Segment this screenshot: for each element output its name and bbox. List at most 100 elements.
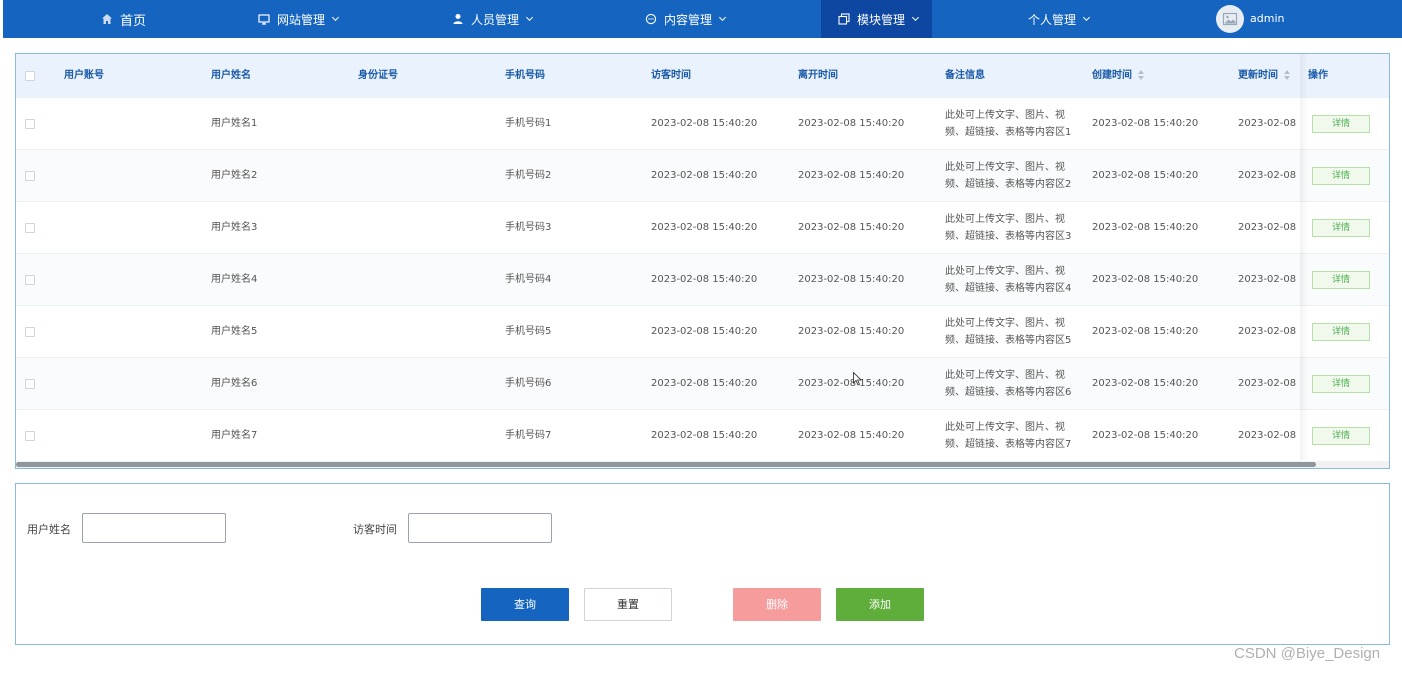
row-checkbox[interactable] <box>25 171 35 181</box>
row-checkbox[interactable] <box>25 327 35 337</box>
table-row[interactable]: 用户姓名4 手机号码4 2023-02-08 15:40:20 2023-02-08 … <box>16 254 1389 306</box>
col-actions: 操作 <box>1308 54 1389 98</box>
nav-content-management[interactable]: 内容管理 <box>644 0 727 38</box>
cell-note: 此处可上传文字、图片、视频、超链接、表格等内容区3 <box>945 214 1072 242</box>
name-label: 用户姓名 <box>27 523 71 536</box>
cell-updated: 2023-02-08 15:40:20 <box>1238 430 1300 441</box>
cell-visit-time: 2023-02-08 15:40:20 <box>651 118 758 129</box>
nav-label: 内容管理 <box>664 12 713 27</box>
col-name: 用户姓名 <box>211 70 251 81</box>
sort-icon[interactable] <box>1138 70 1144 80</box>
watermark: CSDN @Biye_Design <box>1234 645 1381 662</box>
sort-icon[interactable] <box>1284 70 1290 80</box>
table-row[interactable]: 用户姓名1 手机号码1 2023-02-08 15:40:20 2023-02-08 … <box>16 98 1389 150</box>
nav-home[interactable]: 首页 <box>100 0 146 38</box>
monitor-icon <box>257 12 271 26</box>
reset-button[interactable]: 重置 <box>584 588 672 621</box>
col-updated-label: 更新时间 <box>1238 70 1278 81</box>
row-checkbox[interactable] <box>25 119 35 129</box>
cell-updated: 2023-02-08 15:40:20 <box>1238 326 1300 337</box>
col-leave-time: 离开时间 <box>798 70 838 81</box>
col-created-label: 创建时间 <box>1092 70 1132 81</box>
cell-note: 此处可上传文字、图片、视频、超链接、表格等内容区2 <box>945 162 1072 190</box>
cell-name: 用户姓名4 <box>211 274 258 285</box>
cell-note: 此处可上传文字、图片、视频、超链接、表格等内容区7 <box>945 422 1072 450</box>
cell-created: 2023-02-08 15:40:20 <box>1092 170 1199 181</box>
table-row[interactable]: 用户姓名2 手机号码2 2023-02-08 15:40:20 2023-02-08 … <box>16 150 1389 202</box>
detail-button[interactable]: 详情 <box>1312 375 1370 393</box>
row-checkbox[interactable] <box>25 223 35 233</box>
name-input[interactable] <box>82 513 226 543</box>
avatar[interactable] <box>1216 5 1244 33</box>
add-button[interactable]: 添加 <box>836 588 924 621</box>
visit-time-input[interactable] <box>408 513 552 543</box>
row-checkbox[interactable] <box>25 431 35 441</box>
cell-created: 2023-02-08 15:40:20 <box>1092 326 1199 337</box>
cell-leave-time: 2023-02-08 15:40:20 <box>798 378 905 389</box>
cell-phone: 手机号码6 <box>505 378 552 389</box>
col-note: 备注信息 <box>945 70 985 81</box>
chevron-down-icon <box>718 13 727 22</box>
cell-visit-time: 2023-02-08 15:40:20 <box>651 430 758 441</box>
cell-name: 用户姓名3 <box>211 222 258 233</box>
delete-button[interactable]: 删除 <box>733 588 821 621</box>
cell-leave-time: 2023-02-08 15:40:20 <box>798 222 905 233</box>
cell-name: 用户姓名6 <box>211 378 258 389</box>
username[interactable]: admin <box>1250 0 1284 38</box>
cell-phone: 手机号码7 <box>505 430 552 441</box>
select-all-checkbox[interactable] <box>25 71 35 81</box>
horizontal-scrollbar[interactable] <box>16 461 1389 468</box>
cell-leave-time: 2023-02-08 15:40:20 <box>798 326 905 337</box>
table-row[interactable]: 用户姓名7 手机号码7 2023-02-08 15:40:20 2023-02-08 … <box>16 410 1389 462</box>
cell-note: 此处可上传文字、图片、视频、超链接、表格等内容区6 <box>945 370 1072 398</box>
detail-button[interactable]: 详情 <box>1312 219 1370 237</box>
search-form: 用户姓名 访客时间 查询 重置 删除 添加 <box>15 483 1390 645</box>
nav-label: 网站管理 <box>277 12 326 27</box>
row-checkbox[interactable] <box>25 379 35 389</box>
detail-button[interactable]: 详情 <box>1312 271 1370 289</box>
cell-note: 此处可上传文字、图片、视频、超链接、表格等内容区4 <box>945 266 1072 294</box>
table-row[interactable]: 用户姓名6 手机号码6 2023-02-08 15:40:20 2023-02-08 … <box>16 358 1389 410</box>
cell-visit-time: 2023-02-08 15:40:20 <box>651 274 758 285</box>
cursor-icon <box>853 372 862 386</box>
col-created[interactable]: 创建时间 <box>1092 54 1144 98</box>
nav-module-management[interactable]: 模块管理 <box>821 0 932 38</box>
cell-visit-time: 2023-02-08 15:40:20 <box>651 326 758 337</box>
fixed-column-shadow <box>1300 54 1308 460</box>
nav-label: 个人管理 <box>1028 12 1077 27</box>
cell-created: 2023-02-08 15:40:20 <box>1092 274 1199 285</box>
detail-button[interactable]: 详情 <box>1312 115 1370 133</box>
cell-phone: 手机号码5 <box>505 326 552 337</box>
col-phone: 手机号码 <box>505 70 545 81</box>
cell-leave-time: 2023-02-08 15:40:20 <box>798 118 905 129</box>
cell-name: 用户姓名2 <box>211 170 258 181</box>
table-row[interactable]: 用户姓名5 手机号码5 2023-02-08 15:40:20 2023-02-08 … <box>16 306 1389 358</box>
chevron-down-icon <box>525 13 534 22</box>
scrollbar-thumb[interactable] <box>16 462 1316 467</box>
visit-time-label: 访客时间 <box>353 523 397 536</box>
detail-button[interactable]: 详情 <box>1312 427 1370 445</box>
col-updated[interactable]: 更新时间 <box>1238 54 1290 98</box>
row-checkbox[interactable] <box>25 275 35 285</box>
cell-phone: 手机号码2 <box>505 170 552 181</box>
query-button[interactable]: 查询 <box>481 588 569 621</box>
chevron-down-icon <box>911 13 920 22</box>
col-id-card: 身份证号 <box>358 70 398 81</box>
nav-personal-management[interactable]: 个人管理 <box>1028 0 1091 38</box>
detail-button[interactable]: 详情 <box>1312 167 1370 185</box>
cell-leave-time: 2023-02-08 15:40:20 <box>798 170 905 181</box>
detail-button[interactable]: 详情 <box>1312 323 1370 341</box>
chat-icon <box>644 12 658 26</box>
cell-updated: 2023-02-08 15:40:20 <box>1238 274 1300 285</box>
top-nav: 首页 网站管理 人员管理 内容管理 模块管理 个人管理 admin <box>3 0 1402 38</box>
cell-created: 2023-02-08 15:40:20 <box>1092 430 1199 441</box>
nav-label: 人员管理 <box>471 12 520 27</box>
cell-created: 2023-02-08 15:40:20 <box>1092 222 1199 233</box>
nav-website-management[interactable]: 网站管理 <box>257 0 340 38</box>
table-row[interactable]: 用户姓名3 手机号码3 2023-02-08 15:40:20 2023-02-08 … <box>16 202 1389 254</box>
cell-phone: 手机号码3 <box>505 222 552 233</box>
data-table: 用户账号 用户姓名 身份证号 手机号码 访客时间 离开时间 备注信息 创建时间 … <box>15 53 1390 469</box>
chevron-down-icon <box>331 13 340 22</box>
nav-personnel-management[interactable]: 人员管理 <box>451 0 534 38</box>
nav-home-label: 首页 <box>120 13 147 29</box>
